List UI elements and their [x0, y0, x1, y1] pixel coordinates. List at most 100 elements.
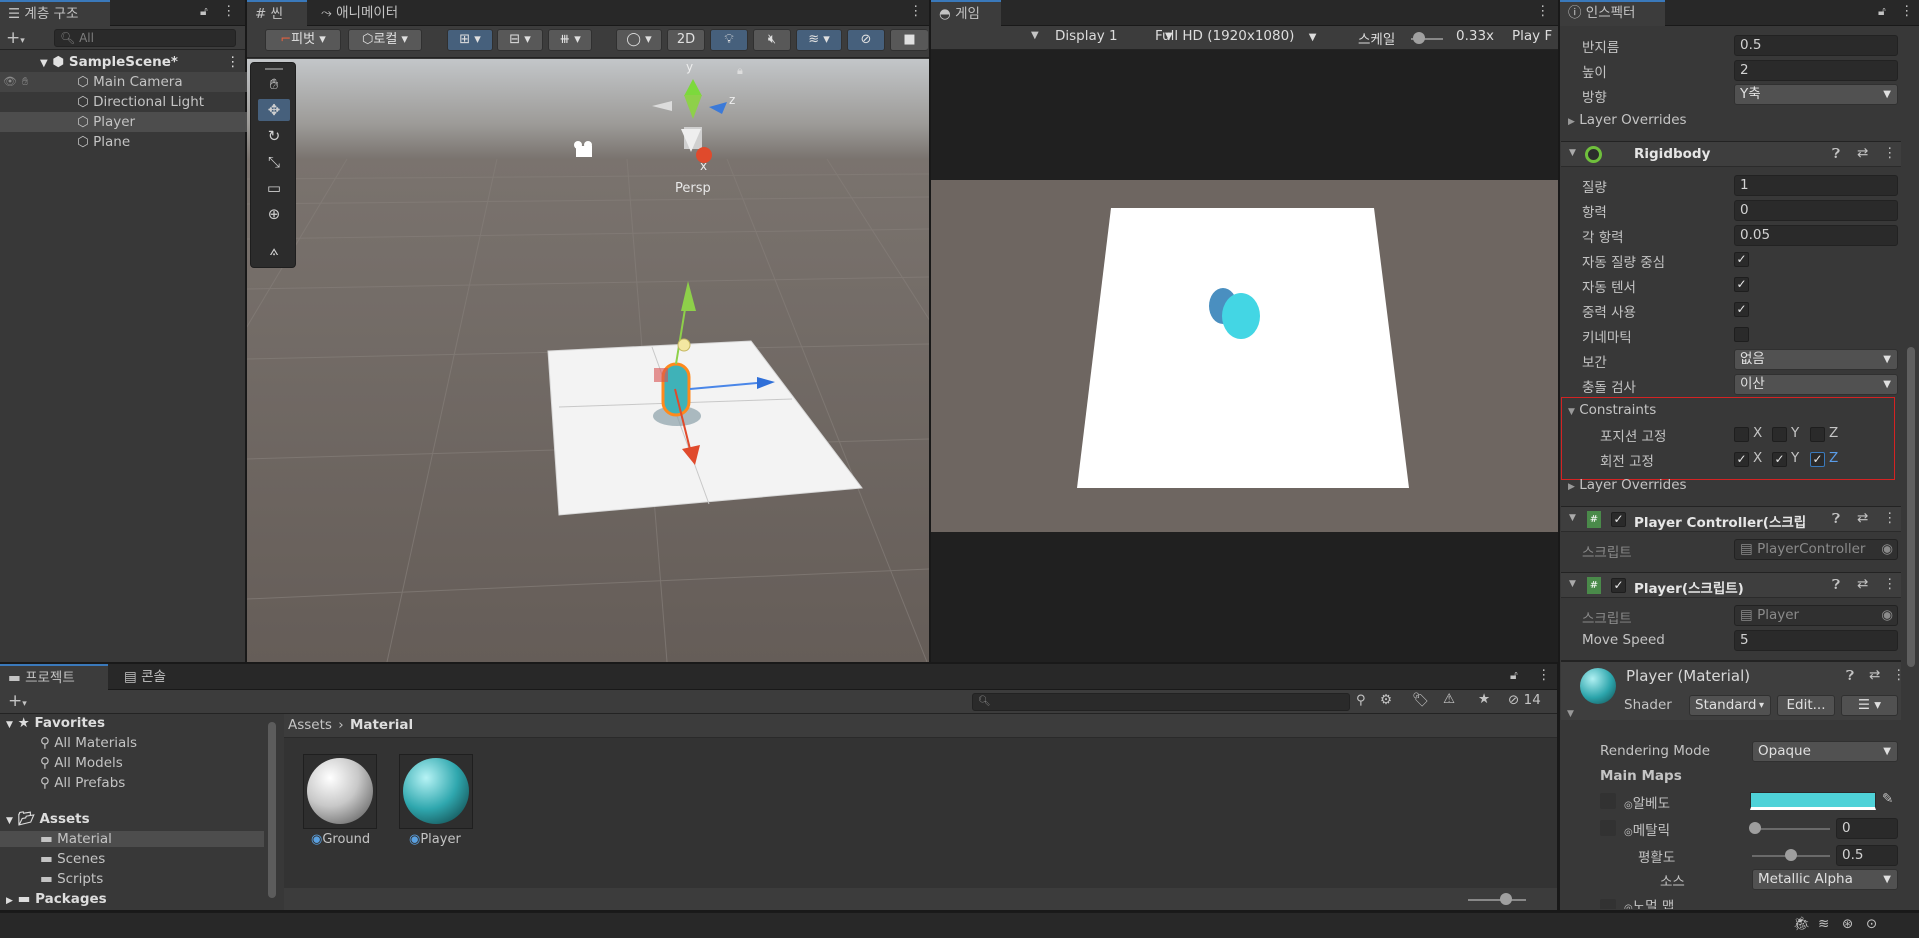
tab-project[interactable]: ▬ 프로젝트: [0, 664, 108, 690]
more-icon[interactable]: ⋮: [1900, 3, 1914, 19]
asset-thumbnail[interactable]: [303, 754, 377, 829]
assets-foldout[interactable]: ▼ 📂︎ Assets: [6, 811, 90, 827]
constraints-foldout[interactable]: ▼ Constraints: [1568, 402, 1656, 418]
component-enabled-checkbox[interactable]: ✓: [1611, 512, 1626, 527]
presets-icon[interactable]: ⇄: [1857, 510, 1868, 526]
source-dropdown[interactable]: Metallic Alpha ▼: [1752, 869, 1898, 890]
effects-dropdown[interactable]: ≋ ▾: [796, 29, 842, 51]
hidden-packages-toggle[interactable]: ⊘ 14: [1508, 692, 1541, 708]
search-by-type-icon[interactable]: ⚲: [1356, 693, 1366, 708]
status-check-icon[interactable]: ⊙: [1866, 916, 1877, 932]
height-field[interactable]: 2: [1734, 60, 1898, 81]
expand-arrow-icon[interactable]: ▼: [40, 58, 48, 69]
mass-field[interactable]: 1: [1734, 175, 1898, 196]
help-icon[interactable]: ❓︎: [1832, 577, 1840, 593]
resolution-dropdown[interactable]: Full HD (1920x1080) ▼: [1155, 28, 1316, 44]
hand-tool-icon[interactable]: ✋︎: [258, 73, 290, 95]
lighting-toggle[interactable]: 💡︎: [710, 29, 748, 51]
component-menu-icon[interactable]: ⋮: [1883, 576, 1897, 592]
toggle-2d-button[interactable]: 2D: [667, 29, 705, 51]
shader-dropdown[interactable]: Standard ▾: [1689, 695, 1771, 716]
asset-label[interactable]: ◉Player: [409, 832, 461, 847]
freeze-rot-y-checkbox[interactable]: ✓: [1772, 452, 1787, 467]
metallic-slider[interactable]: [1752, 828, 1830, 830]
scene-viewport[interactable]: y z x Persp 🔒︎: [247, 59, 929, 662]
presets-icon[interactable]: ⇄: [1857, 576, 1868, 592]
component-menu-icon[interactable]: ⋮: [1892, 667, 1906, 683]
folder-tree-scrollbar[interactable]: [268, 722, 276, 898]
lock-icon[interactable]: 🔓︎: [1510, 668, 1518, 683]
eyedropper-icon[interactable]: ✎: [1882, 791, 1893, 807]
game-mode-dropdown[interactable]: ▼: [1031, 30, 1039, 41]
create-asset-button[interactable]: +▾: [8, 691, 27, 711]
shader-options-dropdown[interactable]: ☰ ▾: [1841, 695, 1898, 716]
script-object-field[interactable]: ▤ Player ◉: [1734, 605, 1898, 626]
direction-dropdown[interactable]: Y축 ▼: [1734, 84, 1898, 105]
layers-icon[interactable]: ≋: [1818, 916, 1829, 932]
hierarchy-item[interactable]: ⬡ Directional Light: [0, 92, 247, 112]
more-icon[interactable]: ⋮: [909, 3, 923, 19]
inspector-scrollbar[interactable]: [1907, 347, 1915, 667]
asset-thumbnail[interactable]: [399, 754, 473, 829]
hierarchy-item[interactable]: ⬡ Plane: [0, 132, 247, 152]
log-types-icon[interactable]: ⚠︎: [1443, 691, 1455, 707]
component-menu-icon[interactable]: ⋮: [1883, 510, 1897, 526]
visibility-eye-icon[interactable]: 👁︎: [3, 72, 17, 92]
rotate-tool-icon[interactable]: ↻: [258, 125, 290, 147]
light-gizmo-icon[interactable]: [677, 338, 691, 352]
component-enabled-checkbox[interactable]: ✓: [1611, 578, 1626, 593]
rigidbody-header[interactable]: ▼ Rigidbody ❓︎ ⇄ ⋮: [1561, 141, 1901, 167]
scene-menu-icon[interactable]: ⋮: [226, 52, 240, 72]
custom-tool-icon[interactable]: ⟑: [258, 239, 290, 261]
metallic-slider-thumb[interactable]: [1749, 822, 1761, 834]
kinematic-checkbox[interactable]: [1734, 327, 1749, 342]
smoothness-field[interactable]: 0.5: [1836, 845, 1898, 866]
local-dropdown[interactable]: ⬡로컬 ▾: [348, 29, 422, 51]
move-tool-icon[interactable]: ✥: [258, 99, 290, 121]
help-icon[interactable]: ❓︎: [1832, 511, 1840, 527]
radius-field[interactable]: 0.5: [1734, 35, 1898, 56]
projection-label[interactable]: Persp: [675, 181, 711, 196]
normal-map-texture-slot[interactable]: [1600, 899, 1616, 909]
more-icon[interactable]: ⋮: [1537, 667, 1551, 683]
presets-icon[interactable]: ⇄: [1869, 667, 1880, 683]
favorite-item[interactable]: ⚲ All Prefabs: [40, 775, 125, 791]
game-render[interactable]: [931, 180, 1558, 532]
object-picker-icon[interactable]: ◉: [1881, 540, 1893, 559]
material-foldout-icon[interactable]: ▼: [1567, 709, 1574, 719]
scale-tool-icon[interactable]: ⤡: [258, 151, 290, 173]
freeze-pos-x-checkbox[interactable]: [1734, 427, 1749, 442]
use-gravity-checkbox[interactable]: ✓: [1734, 302, 1749, 317]
tab-animator[interactable]: ⤳ 애니메이터: [313, 0, 408, 26]
asset-label[interactable]: ◉Ground: [311, 832, 370, 847]
rect-tool-icon[interactable]: ▭: [258, 177, 290, 199]
object-picker-icon[interactable]: ◉: [1881, 606, 1893, 625]
freeze-rot-z-checkbox[interactable]: ✓: [1810, 452, 1825, 467]
smoothness-slider-thumb[interactable]: [1785, 849, 1797, 861]
lock-icon[interactable]: 🔓︎: [1878, 4, 1886, 19]
favorites-foldout[interactable]: ▼ ★ Favorites: [6, 715, 105, 731]
interpolate-dropdown[interactable]: 없음 ▼: [1734, 349, 1898, 370]
folder-item[interactable]: ▬ Scenes: [40, 851, 105, 867]
pickable-hand-icon[interactable]: ✋︎: [22, 72, 28, 92]
hierarchy-item-selected[interactable]: ⬡ Player: [0, 112, 247, 132]
collision-detection-dropdown[interactable]: 이산 ▼: [1734, 374, 1898, 395]
freeze-rot-x-checkbox[interactable]: ✓: [1734, 452, 1749, 467]
camera-dropdown[interactable]: ■: [890, 29, 928, 51]
angular-drag-field[interactable]: 0.05: [1734, 225, 1898, 246]
tab-console[interactable]: ▤ 콘솔: [116, 664, 176, 690]
tab-scene[interactable]: # 씬: [247, 0, 307, 26]
freeze-pos-y-checkbox[interactable]: [1772, 427, 1787, 442]
edit-shader-button[interactable]: Edit...: [1777, 695, 1835, 716]
hierarchy-search-input[interactable]: 🔍︎ All: [54, 29, 236, 47]
freeze-pos-z-checkbox[interactable]: [1810, 427, 1825, 442]
transform-tool-icon[interactable]: ⊕: [258, 203, 290, 225]
lock-icon[interactable]: 🔓︎: [200, 4, 208, 19]
draw-mode-dropdown[interactable]: ◯ ▾: [616, 29, 662, 51]
filter-by-type-icon[interactable]: ⚙︎: [1380, 692, 1392, 708]
favorite-item[interactable]: ⚲ All Materials: [40, 735, 137, 751]
move-speed-field[interactable]: 5: [1734, 630, 1898, 651]
packages-foldout[interactable]: ▶ ▬ Packages: [6, 891, 107, 907]
breadcrumb-current[interactable]: Material: [350, 717, 413, 733]
player-controller-header[interactable]: ▼ # ✓ Player Controller(스크립 ❓︎ ⇄ ⋮: [1561, 506, 1901, 532]
